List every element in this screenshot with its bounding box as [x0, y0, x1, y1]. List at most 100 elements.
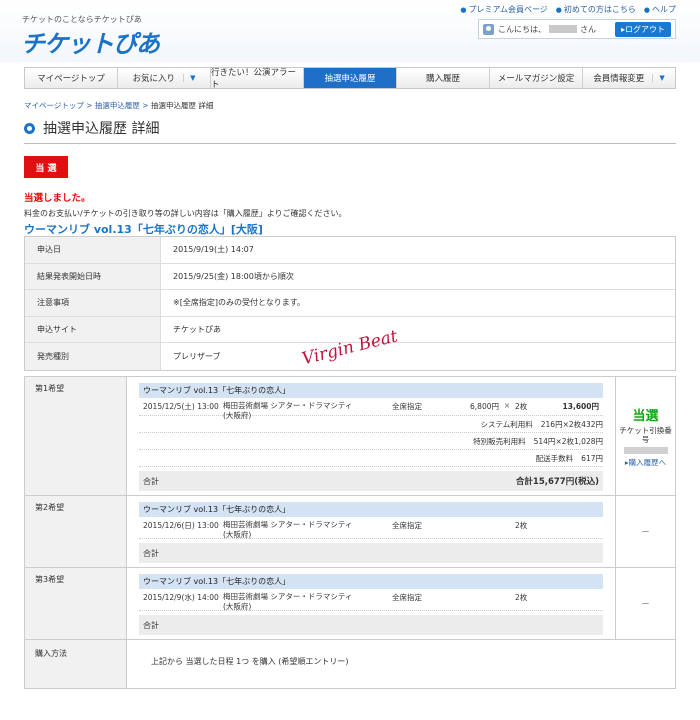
fee-name: 配送手数料: [535, 453, 574, 463]
seat-type: 全席指定: [392, 521, 422, 530]
fee-amount: 617円: [581, 453, 603, 463]
total-row: 合計 合計15,677円(税込): [139, 471, 603, 491]
choice-label: 第1希望: [25, 377, 127, 495]
page-title: 抽選申込履歴 詳細: [24, 118, 159, 138]
total-amount: 合計15,677円(税込): [515, 477, 599, 487]
top-links: ● プレミアム会員ページ ● 初めての方はこちら ● ヘルプ: [460, 4, 676, 15]
purchase-history-link[interactable]: ▸購入履歴へ: [625, 457, 666, 468]
line-amount: 13,600円: [562, 402, 599, 411]
greeting-suffix: さん: [580, 24, 596, 34]
choice-body: ウーマンリブ vol.13「七年ぶりの恋人」 2015/12/6(日) 13:0…: [127, 496, 615, 567]
masked-ticket-number: [623, 446, 668, 454]
unit-price: 6,800円: [470, 402, 499, 411]
payment-note: 料金のお支払い/チケットの引き取り等の詳しい内容は「購入履歴」よりご確認ください…: [24, 209, 347, 218]
fee-line: システム利用料 216円 × 2枚 432円: [139, 416, 603, 433]
performance-date: 2015/12/5(土) 13:00: [143, 402, 219, 411]
choice-body: ウーマンリブ vol.13「七年ぶりの恋人」 2015/12/9(水) 14:0…: [127, 568, 615, 639]
quantity: 2枚: [515, 593, 528, 602]
total-row: 合計: [139, 615, 603, 635]
quantity: 2枚: [515, 521, 528, 530]
nav-mail-magazine[interactable]: メールマガジン設定: [490, 68, 583, 88]
performance-title: ウーマンリブ vol.13「七年ぶりの恋人」: [139, 502, 603, 517]
total-label: 合計: [143, 548, 159, 558]
result-cell: －: [615, 568, 675, 639]
first-time-link[interactable]: ● 初めての方はこちら: [556, 4, 636, 15]
status-message: 当選しました。: [24, 193, 91, 204]
result-won: 当選: [632, 408, 659, 424]
info-key: 結果発表開始日時: [25, 263, 161, 289]
seat-type: 全席指定: [392, 402, 422, 411]
event-title: ウーマンリブ vol.13「七年ぶりの恋人」[大阪]: [24, 223, 263, 236]
info-row: 注意事項 ※[全席指定]のみの受付となります。: [25, 290, 675, 317]
nav-lottery-history[interactable]: 抽選申込履歴: [304, 68, 397, 88]
result-cell: －: [615, 496, 675, 567]
result-none: －: [640, 600, 650, 610]
fee-quantity: 2枚: [568, 419, 582, 429]
performance-date: 2015/12/9(水) 14:00: [143, 593, 219, 602]
total-label: 合計: [143, 476, 159, 486]
venue: 梅田芸術劇場 シアター・ドラマシティ(大阪府): [223, 592, 353, 611]
fee-line: 特別販売利用料 514円 × 2枚 1,028円: [139, 433, 603, 450]
quantity: 2枚: [515, 402, 528, 411]
choices-table: 第1希望 ウーマンリブ vol.13「七年ぶりの恋人」 2015/12/5(土)…: [24, 376, 676, 689]
performance-title: ウーマンリブ vol.13「七年ぶりの恋人」: [139, 574, 603, 589]
user-box: こんにちは、 さん ▸ログアウト: [478, 19, 676, 39]
breadcrumb-mypage[interactable]: マイページトップ: [24, 101, 84, 110]
choice-label: 第3希望: [25, 568, 127, 639]
venue: 梅田芸術劇場 シアター・ドラマシティ(大阪府): [223, 520, 353, 539]
site-header: チケットのことならチケットぴあ チケットぴあ ● プレミアム会員ページ ● 初めての…: [0, 0, 700, 62]
choice-3: 第3希望 ウーマンリブ vol.13「七年ぶりの恋人」 2015/12/9(水)…: [25, 568, 675, 640]
fee-name: 特別販売利用料: [473, 436, 526, 446]
logout-button[interactable]: ▸ログアウト: [614, 21, 671, 37]
choice-1: 第1希望 ウーマンリブ vol.13「七年ぶりの恋人」 2015/12/5(土)…: [25, 377, 675, 496]
status-badge: 当 選: [24, 156, 68, 178]
purchase-method-value: 上記から 当選した日程 1つ を購入 (希望順エントリー): [151, 657, 349, 666]
info-key: 申込日: [25, 237, 161, 263]
result-cell: 当選 チケット引換番号 ▸購入履歴へ: [615, 377, 675, 495]
help-link[interactable]: ● ヘルプ: [644, 4, 676, 15]
ticket-line: 2015/12/9(水) 14:00 梅田芸術劇場 シアター・ドラマシティ(大阪…: [139, 589, 603, 611]
info-key: 発売種別: [25, 343, 161, 370]
result-none: －: [640, 528, 650, 538]
masked-username: [549, 25, 577, 33]
breadcrumb-current: 抽選申込履歴 詳細: [150, 101, 214, 110]
breadcrumb-lottery[interactable]: 抽選申込履歴: [95, 101, 140, 110]
fee-price: 216円: [540, 419, 563, 429]
nav-member-info[interactable]: 会員情報変更 ▼: [583, 68, 675, 88]
divider: [24, 143, 676, 144]
purchase-method-label: 購入方法: [25, 640, 127, 688]
user-icon: [483, 23, 494, 35]
performance-title: ウーマンリブ vol.13「七年ぶりの恋人」: [139, 383, 603, 398]
performance-date: 2015/12/6(日) 13:00: [143, 521, 219, 530]
choice-2: 第2希望 ウーマンリブ vol.13「七年ぶりの恋人」 2015/12/6(日)…: [25, 496, 675, 568]
info-row: 結果発表開始日時 2015/9/25(金) 18:00頃から順次: [25, 263, 675, 290]
choice-label: 第2希望: [25, 496, 127, 567]
dropdown-arrow-icon[interactable]: ▼: [183, 74, 195, 82]
fee-price: 514円: [533, 436, 556, 446]
bullet-icon: ●: [460, 6, 467, 14]
fee-amount: 432円: [581, 419, 603, 429]
info-key: 申込サイト: [25, 316, 161, 342]
greeting-prefix: こんにちは、: [498, 24, 546, 34]
ticket-line: 2015/12/6(日) 13:00 梅田芸術劇場 シアター・ドラマシティ(大阪…: [139, 517, 603, 539]
fee-amount: 1,028円: [574, 436, 603, 446]
choice-body: ウーマンリブ vol.13「七年ぶりの恋人」 2015/12/5(土) 13:0…: [127, 377, 615, 495]
breadcrumb: マイページトップ > 抽選申込履歴 > 抽選申込履歴 詳細: [24, 101, 214, 110]
dropdown-arrow-icon[interactable]: ▼: [652, 74, 665, 82]
circle-bullet-icon: [24, 122, 35, 134]
nav-mypage-top[interactable]: マイページトップ: [25, 68, 118, 88]
info-row: 申込日 2015/9/19(土) 14:07: [25, 237, 675, 264]
ticket-line: 2015/12/5(土) 13:00 梅田芸術劇場 シアター・ドラマシティ(大阪…: [139, 398, 603, 420]
nav-favorites[interactable]: お気に入り ▼: [118, 68, 211, 88]
venue: 梅田芸術劇場 シアター・ドラマシティ(大阪府): [223, 401, 353, 420]
info-key: 注意事項: [25, 290, 161, 316]
premium-link[interactable]: ● プレミアム会員ページ: [460, 4, 547, 15]
purchase-method-row: 購入方法 上記から 当選した日程 1つ を購入 (希望順エントリー): [25, 640, 675, 688]
site-logo[interactable]: チケットぴあ: [21, 24, 160, 59]
bullet-icon: ●: [555, 6, 562, 14]
main-nav: マイページトップ お気に入り ▼ 行きたい！公演アラート 抽選申込履歴 購入履歴 …: [24, 67, 676, 90]
total-label: 合計: [143, 620, 159, 630]
nav-purchase-history[interactable]: 購入履歴: [397, 68, 490, 88]
nav-performance-alert[interactable]: 行きたい！公演アラート: [211, 68, 304, 90]
info-value: プレリザーブ: [173, 351, 221, 361]
